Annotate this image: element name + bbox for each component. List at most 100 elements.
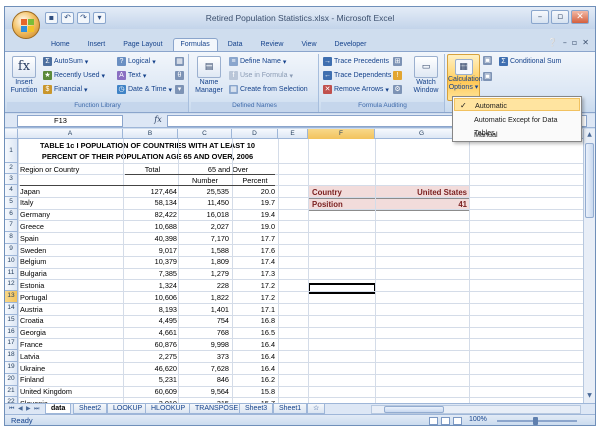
cell-number[interactable]: 1,279 bbox=[178, 269, 229, 278]
cell-number[interactable]: 1,401 bbox=[178, 305, 229, 314]
insert-sheet-icon[interactable]: ☆ bbox=[307, 404, 326, 414]
cell-total[interactable]: 60,609 bbox=[125, 387, 177, 396]
column-header-e[interactable]: E bbox=[278, 129, 308, 139]
fx-button[interactable]: fx bbox=[151, 115, 165, 127]
date-time-button[interactable]: ◷ Date & Time ▾ bbox=[117, 85, 172, 94]
cell-number[interactable]: 9,564 bbox=[178, 387, 229, 396]
cell-percent[interactable]: 16.5 bbox=[232, 328, 275, 337]
cell-percent[interactable]: 15.8 bbox=[232, 387, 275, 396]
cell-total[interactable]: 46,620 bbox=[125, 364, 177, 373]
tab-page-layout[interactable]: Page Layout bbox=[115, 38, 170, 51]
cell-number[interactable]: 1,588 bbox=[178, 246, 229, 255]
evaluate-formula-button[interactable]: ⚙ bbox=[393, 85, 402, 94]
tab-data[interactable]: Data bbox=[220, 38, 251, 51]
row-header-6[interactable]: 6 bbox=[5, 208, 18, 221]
show-formulas-button[interactable]: ⊞ bbox=[393, 57, 402, 66]
trace-dependents-button[interactable]: ← Trace Dependents bbox=[323, 71, 391, 80]
sheet-tab-data[interactable]: data bbox=[45, 404, 72, 414]
row-header-15[interactable]: 15 bbox=[5, 314, 18, 327]
zoom-slider[interactable] bbox=[497, 417, 577, 425]
cell-total[interactable]: 4,661 bbox=[125, 328, 177, 337]
error-checking-button[interactable]: ! bbox=[393, 71, 402, 80]
cell-total[interactable]: 2,275 bbox=[125, 352, 177, 361]
zoom-slider-knob[interactable] bbox=[533, 417, 538, 425]
cell-country[interactable]: Italy bbox=[20, 198, 120, 207]
cell-number[interactable]: 228 bbox=[178, 281, 229, 290]
cell-total[interactable]: 40,398 bbox=[125, 234, 177, 243]
cell-number[interactable]: 846 bbox=[178, 375, 229, 384]
scroll-up-icon[interactable]: ▲ bbox=[585, 130, 594, 140]
use-in-formula-button[interactable]: f Use in Formula ▾ bbox=[229, 71, 293, 80]
cell-country[interactable]: United Kingdom bbox=[20, 387, 120, 396]
row-header-20[interactable]: 20 bbox=[5, 373, 18, 386]
cell-percent[interactable]: 16.4 bbox=[232, 364, 275, 373]
tab-view[interactable]: View bbox=[293, 38, 324, 51]
sheet-tab-lookup[interactable]: LOOKUP bbox=[107, 404, 149, 414]
cell-country[interactable]: France bbox=[20, 340, 120, 349]
cell-percent[interactable]: 19.7 bbox=[232, 198, 275, 207]
tab-developer[interactable]: Developer bbox=[327, 38, 375, 51]
menu-item-automatic-except-data-tables[interactable]: Automatic Except for Data Tables bbox=[454, 113, 580, 137]
column-header-a[interactable]: A bbox=[18, 129, 123, 139]
row-header-11[interactable]: 11 bbox=[5, 267, 18, 280]
sheet-tab-sheet3[interactable]: Sheet3 bbox=[239, 404, 274, 414]
row-header-21[interactable]: 21 bbox=[5, 385, 18, 398]
last-sheet-icon[interactable]: ⏭ bbox=[34, 405, 39, 413]
cell-percent[interactable]: 17.2 bbox=[232, 281, 275, 290]
menu-item-automatic[interactable]: ✓ Automatic bbox=[454, 98, 580, 111]
cell-country[interactable]: Bulgaria bbox=[20, 269, 120, 278]
math-trig-button[interactable]: θ bbox=[175, 71, 184, 80]
normal-view-icon[interactable] bbox=[429, 417, 438, 425]
cell-number[interactable]: 1,822 bbox=[178, 293, 229, 302]
autosum-button[interactable]: Σ AutoSum ▾ bbox=[43, 57, 88, 66]
cell-number[interactable]: 25,535 bbox=[178, 187, 229, 196]
cell-total[interactable]: 10,688 bbox=[125, 222, 177, 231]
cell-country[interactable]: Sweden bbox=[20, 246, 120, 255]
prev-sheet-icon[interactable]: ◀ bbox=[18, 405, 23, 412]
calculate-sheet-button[interactable]: ▣ bbox=[483, 72, 492, 81]
office-button[interactable] bbox=[12, 11, 40, 39]
tab-review[interactable]: Review bbox=[253, 38, 292, 51]
row-header-19[interactable]: 19 bbox=[5, 362, 18, 374]
sheet-tab-sheet1[interactable]: Sheet1 bbox=[273, 404, 308, 414]
cell-total[interactable]: 60,876 bbox=[125, 340, 177, 349]
cell-number[interactable]: 16,018 bbox=[178, 210, 229, 219]
row-header-18[interactable]: 18 bbox=[5, 350, 18, 362]
cell-total[interactable]: 9,017 bbox=[125, 246, 177, 255]
cell-number[interactable]: 1,809 bbox=[178, 257, 229, 266]
ribbon-restore-icon[interactable]: ▫ bbox=[572, 38, 577, 47]
menu-item-manual[interactable]: Manual bbox=[454, 128, 580, 141]
cell-percent[interactable]: 16.4 bbox=[232, 340, 275, 349]
row-header-16[interactable]: 16 bbox=[5, 326, 18, 339]
calculation-options-button[interactable]: ▦ Calculation Options ▾ bbox=[447, 54, 483, 101]
cell-grid[interactable]: TABLE 1c I POPULATION OF COUNTRIES WITH … bbox=[18, 139, 584, 403]
vertical-scroll-thumb[interactable] bbox=[585, 143, 594, 218]
cell-percent[interactable]: 16.2 bbox=[232, 375, 275, 384]
cell-number[interactable]: 7,628 bbox=[178, 364, 229, 373]
cell-percent[interactable]: 17.1 bbox=[232, 305, 275, 314]
text-button[interactable]: A Text ▾ bbox=[117, 71, 146, 80]
first-sheet-icon[interactable]: ⏮ bbox=[9, 405, 14, 413]
cell-total[interactable]: 4,495 bbox=[125, 316, 177, 325]
logical-button[interactable]: ? Logical ▾ bbox=[117, 57, 156, 66]
help-icon[interactable]: ❔ bbox=[548, 38, 558, 47]
row-header-1[interactable]: 1 bbox=[5, 139, 18, 163]
column-header-d[interactable]: D bbox=[232, 129, 278, 139]
minimize-button[interactable]: – bbox=[531, 10, 549, 24]
define-name-button[interactable]: ≡ Define Name ▾ bbox=[229, 57, 286, 66]
trace-precedents-button[interactable]: → Trace Precedents bbox=[323, 57, 389, 66]
row-header-7[interactable]: 7 bbox=[5, 220, 18, 233]
cell-percent[interactable]: 17.2 bbox=[232, 293, 275, 302]
sheet-tab-transpose[interactable]: TRANSPOSE bbox=[189, 404, 245, 414]
zoom-level[interactable]: 100% bbox=[469, 416, 487, 423]
row-header-8[interactable]: 8 bbox=[5, 232, 18, 244]
active-cell-f13[interactable] bbox=[308, 283, 376, 294]
cell-country[interactable]: Portugal bbox=[20, 293, 120, 302]
page-break-view-icon[interactable] bbox=[453, 417, 462, 425]
tab-home[interactable]: Home bbox=[43, 38, 78, 51]
cell-country[interactable]: Croatia bbox=[20, 316, 120, 325]
cell-number[interactable]: 11,450 bbox=[178, 198, 229, 207]
cell-total[interactable]: 8,193 bbox=[125, 305, 177, 314]
financial-button[interactable]: $ Financial ▾ bbox=[43, 85, 88, 94]
cell-percent[interactable]: 19.4 bbox=[232, 210, 275, 219]
